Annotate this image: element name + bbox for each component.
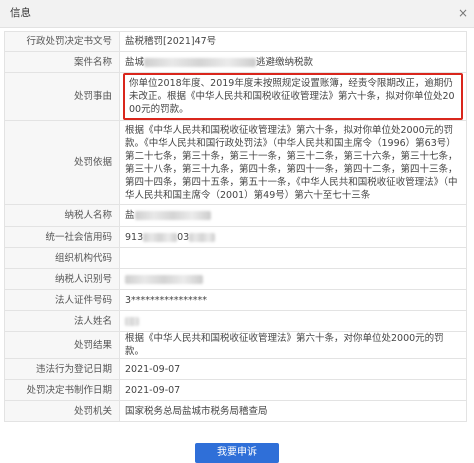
row-reason: 处罚事由 你单位2018年度、2019年度未按照规定设置账簿，经责令限期改正，逾… (4, 72, 467, 121)
label-reason: 处罚事由 (4, 72, 120, 121)
label-decision-date: 处罚决定书制作日期 (4, 379, 120, 401)
value-org-code (119, 247, 467, 269)
value-reason-cell: 你单位2018年度、2019年度未按照规定设置账簿，经责令限期改正，逾期仍未改正… (119, 72, 467, 121)
row-basis: 处罚依据 根据《中华人民共和国税收征收管理法》第六十条，拟对你单位处2000元的… (4, 120, 467, 205)
row-org-code: 组织机构代码 (4, 247, 467, 269)
row-case-name: 案件名称 盐城 逃避缴纳税款 (4, 51, 467, 73)
row-result: 处罚结果 根据《中华人民共和国税收征收管理法》第六十条，对你单位处2000元的罚… (4, 331, 467, 359)
row-illegal-date: 违法行为登记日期 2021-09-07 (4, 358, 467, 380)
value-taxpayer-name: 盐 (119, 204, 467, 227)
label-legal-id: 法人证件号码 (4, 289, 120, 311)
info-table-container[interactable]: 行政处罚决定书文号 盐税稽罚[2021]47号 案件名称 盐城 逃避缴纳税款 处罚… (4, 31, 467, 422)
row-taxpayer-name: 纳税人名称 盐 (4, 204, 467, 227)
redacted-text (143, 232, 178, 242)
label-illegal-date: 违法行为登记日期 (4, 358, 120, 380)
row-doc-no: 行政处罚决定书文号 盐税稽罚[2021]47号 (4, 31, 467, 52)
redacted-text (144, 57, 257, 67)
value-authority: 国家税务总局盐城市税务局稽查局 (119, 400, 467, 422)
label-legal-name: 法人姓名 (4, 310, 120, 332)
row-legal-name: 法人姓名 (4, 310, 467, 332)
highlight-box: 你单位2018年度、2019年度未按照规定设置账簿，经责令限期改正，逾期仍未改正… (123, 73, 463, 120)
value-basis: 根据《中华人民共和国税收征收管理法》第六十条，拟对你单位处2000元的罚款。《中… (119, 120, 467, 205)
label-result: 处罚结果 (4, 331, 120, 359)
value-doc-no: 盐税稽罚[2021]47号 (119, 31, 467, 52)
dialog-header: 信息 × (0, 0, 474, 28)
row-authority: 处罚机关 国家税务总局盐城市税务局稽查局 (4, 400, 467, 422)
redacted-text (134, 211, 211, 220)
value-decision-date: 2021-09-07 (119, 379, 467, 401)
value-credit-code: 913 03 (119, 226, 467, 248)
label-credit-code: 统一社会信用码 (4, 226, 120, 248)
label-basis: 处罚依据 (4, 120, 120, 205)
value-illegal-date: 2021-09-07 (119, 358, 467, 380)
case-name-suffix: 逃避缴纳税款 (256, 56, 314, 68)
redacted-text (125, 316, 139, 326)
close-icon[interactable]: × (456, 0, 470, 27)
row-credit-code: 统一社会信用码 913 03 (4, 226, 467, 248)
credit-code-middle: 03 (177, 231, 190, 243)
value-legal-id: 3**************** (119, 289, 467, 311)
row-decision-date: 处罚决定书制作日期 2021-09-07 (4, 379, 467, 401)
label-org-code: 组织机构代码 (4, 247, 120, 269)
credit-code-prefix: 913 (125, 231, 144, 243)
label-taxpayer-name: 纳税人名称 (4, 204, 120, 227)
redacted-text (189, 232, 216, 242)
row-legal-id: 法人证件号码 3**************** (4, 289, 467, 311)
info-table: 行政处罚决定书文号 盐税稽罚[2021]47号 案件名称 盐城 逃避缴纳税款 处罚… (4, 31, 467, 422)
value-result: 根据《中华人民共和国税收征收管理法》第六十条，对你单位处2000元的罚款。 (119, 331, 467, 359)
value-reason: 你单位2018年度、2019年度未按照规定设置账簿，经责令限期改正，逾期仍未改正… (129, 78, 455, 115)
footer-bar: 我要申诉 (0, 443, 474, 463)
label-taxpayer-id: 纳税人识别号 (4, 268, 120, 290)
value-case-name: 盐城 逃避缴纳税款 (119, 51, 467, 73)
taxpayer-name-prefix: 盐 (125, 210, 135, 221)
redacted-text (125, 274, 203, 284)
value-taxpayer-id (119, 268, 467, 290)
case-name-prefix: 盐城 (125, 56, 145, 68)
dialog-title: 信息 (10, 7, 31, 19)
label-authority: 处罚机关 (4, 400, 120, 422)
appeal-button[interactable]: 我要申诉 (195, 443, 279, 463)
label-doc-no: 行政处罚决定书文号 (4, 31, 120, 52)
label-case-name: 案件名称 (4, 51, 120, 73)
row-taxpayer-id: 纳税人识别号 (4, 268, 467, 290)
value-legal-name (119, 310, 467, 332)
